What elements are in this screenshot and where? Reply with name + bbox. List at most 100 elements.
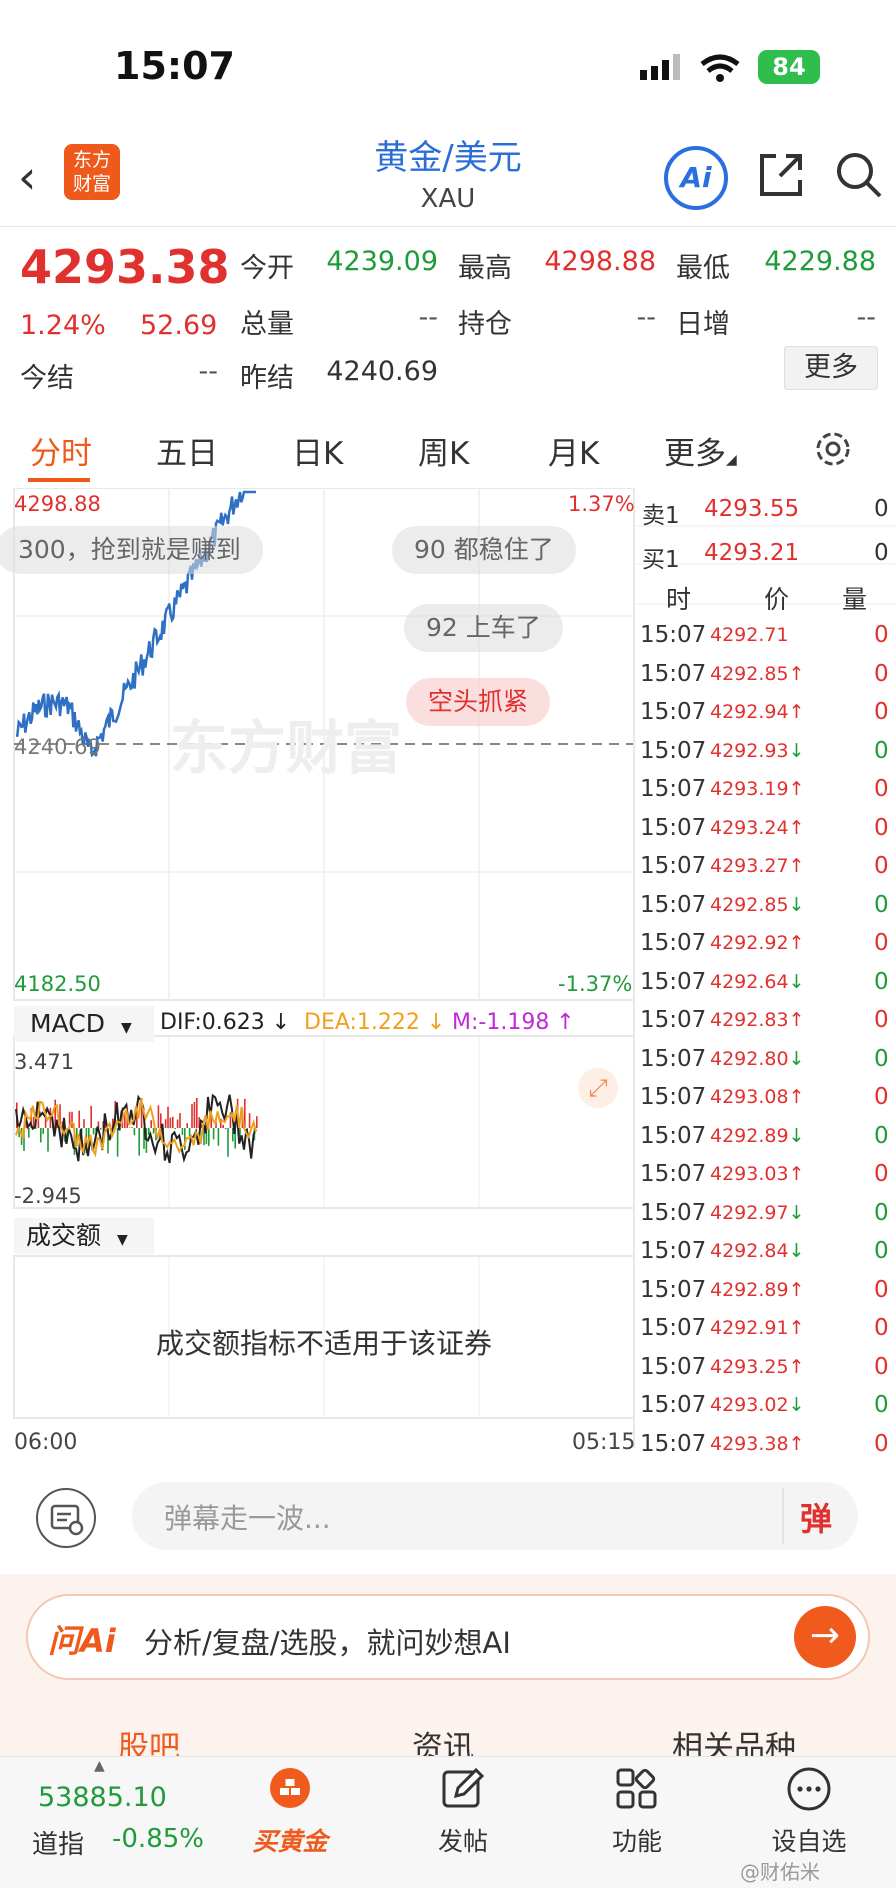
volume-selector[interactable]: 成交额 ▼ <box>14 1218 154 1254</box>
tick-price-value: 4292.97 <box>710 1201 789 1224</box>
buy1-price: 4293.21 <box>704 540 800 566</box>
tick-time: 15:07 <box>640 1007 707 1033</box>
macd-bar <box>148 1128 150 1135</box>
tick-price-value: 4292.89 <box>710 1124 789 1147</box>
tick-arrow: ↑ <box>788 1432 805 1455</box>
macd-bar <box>40 1128 42 1143</box>
danmaku-send-button[interactable]: 弹 <box>800 1494 832 1540</box>
tick-volume: 0 <box>874 1161 889 1187</box>
tick-volume: 0 <box>874 1276 889 1303</box>
macd-bar <box>164 1119 167 1128</box>
nav-buy-gold[interactable]: 买黄金 <box>225 1822 355 1858</box>
sell1-label: 卖1 <box>642 503 680 529</box>
tick-price-value: 4292.93 <box>710 739 789 762</box>
tick-time: 15:07 <box>640 699 707 725</box>
tick-price: 4293.19↑ <box>710 778 805 800</box>
macd-bar <box>83 1119 85 1128</box>
tick-time: 15:07 <box>640 1238 707 1264</box>
tab-more[interactable]: 更多◢ <box>664 428 737 473</box>
macd-bar <box>222 1124 224 1128</box>
tick-time: 15:07 <box>640 1122 707 1149</box>
index-value[interactable]: 53885.10 <box>38 1782 167 1813</box>
low-value: 4229.88 <box>764 246 876 277</box>
macd-bar <box>212 1128 215 1140</box>
gold-bar-icon[interactable] <box>268 1766 312 1810</box>
tick-time: 15:07 <box>640 1161 707 1187</box>
tick-arrow: ↓ <box>788 1047 805 1070</box>
macd-bar <box>256 1116 258 1128</box>
macd-bar <box>128 1127 131 1128</box>
ai-bar-brand: 问Ai <box>48 1622 116 1660</box>
tab-weekly-k[interactable]: 周K <box>418 428 469 473</box>
tick-price: 4292.85↓ <box>710 894 805 916</box>
tab-more-label: 更多 <box>664 436 726 472</box>
tick-arrow: ↑ <box>788 855 805 877</box>
nav-functions[interactable]: 功能 <box>572 1822 702 1858</box>
tick-price: 4292.91↑ <box>710 1317 805 1339</box>
tick-price: 4293.08↑ <box>710 1086 805 1108</box>
tab-five-day[interactable]: 五日 <box>156 428 218 473</box>
share-icon[interactable] <box>756 150 806 200</box>
tick-volume: 0 <box>874 1430 889 1457</box>
ai-assistant-button[interactable]: Ai <box>664 146 728 210</box>
tick-price-value: 4292.64 <box>710 970 789 993</box>
active-tab-indicator <box>28 478 90 482</box>
tick-price: 4293.03↑ <box>710 1163 805 1185</box>
gear-icon[interactable] <box>812 428 854 470</box>
more-quote-button[interactable]: 更多 <box>784 346 878 390</box>
macd-bar <box>131 1127 133 1128</box>
tick-price-value: 4292.71 <box>710 624 789 646</box>
tab-more-caret-icon: ◢ <box>726 452 737 468</box>
edit-post-icon[interactable] <box>440 1766 486 1812</box>
tick-time: 15:07 <box>640 1045 707 1072</box>
macd-bar <box>28 1128 30 1138</box>
macd-bar <box>92 1128 95 1135</box>
tick-price-value: 4293.02 <box>710 1394 789 1416</box>
danmaku-toggle-button[interactable] <box>36 1488 96 1548</box>
macd-bar <box>248 1113 251 1128</box>
tab-daily-k[interactable]: 日K <box>292 428 343 473</box>
tick-arrow: ↑ <box>788 1086 805 1108</box>
daily-increase-value: -- <box>856 302 877 333</box>
volume-notice: 成交额指标不适用于该证券 <box>155 1327 492 1360</box>
tick-arrow: ↓ <box>788 1124 805 1147</box>
more-dots-icon[interactable] <box>786 1766 832 1812</box>
tick-price-value: 4292.83 <box>710 1009 789 1031</box>
nav-post[interactable]: 发帖 <box>398 1822 528 1858</box>
chart-x-start: 06:00 <box>14 1430 78 1455</box>
tick-volume: 0 <box>874 622 889 648</box>
tick-time: 15:07 <box>640 1430 707 1457</box>
tick-arrow: ↑ <box>788 816 805 839</box>
signal-wifi-icon <box>640 54 740 82</box>
arrow-right-icon[interactable]: → <box>794 1606 856 1668</box>
macd-bar <box>196 1098 198 1128</box>
macd-selector[interactable]: MACD ▼ <box>14 1006 154 1042</box>
tick-volume: 0 <box>874 699 889 725</box>
tick-volume: 0 <box>874 1392 889 1418</box>
tick-arrow: ↑ <box>788 932 805 954</box>
tick-arrow: ↓ <box>788 739 805 762</box>
search-icon[interactable] <box>834 150 884 200</box>
macd-selector-label: MACD <box>30 1009 105 1038</box>
tab-intraday[interactable]: 分时 <box>30 428 92 473</box>
tick-arrow: ↓ <box>788 970 805 993</box>
tick-volume: 0 <box>874 1353 889 1380</box>
tick-price: 4293.25↑ <box>710 1356 805 1378</box>
macd-bar <box>157 1105 160 1128</box>
sell1-price: 4293.55 <box>704 496 800 522</box>
macd-bar <box>176 1119 179 1128</box>
buy1-label: 买1 <box>642 547 680 573</box>
expand-icon[interactable]: ⤢ <box>578 1068 618 1108</box>
tab-monthly-k[interactable]: 月K <box>548 428 599 473</box>
volume-value: -- <box>418 302 439 333</box>
nav-add-watchlist[interactable]: 设自选 <box>744 1822 874 1858</box>
open-interest-label: 持仓 <box>458 309 512 340</box>
tick-arrow: ↑ <box>788 662 805 685</box>
header-divider <box>0 226 896 227</box>
tick-price: 4292.64↓ <box>710 971 805 993</box>
col-price-header: 价 <box>764 585 790 614</box>
grid-apps-icon[interactable] <box>614 1766 660 1812</box>
tick-time: 15:07 <box>640 1084 707 1110</box>
prev-settle-label: 昨结 <box>240 363 294 394</box>
weibo-credit: @财佑米 <box>740 1860 820 1884</box>
